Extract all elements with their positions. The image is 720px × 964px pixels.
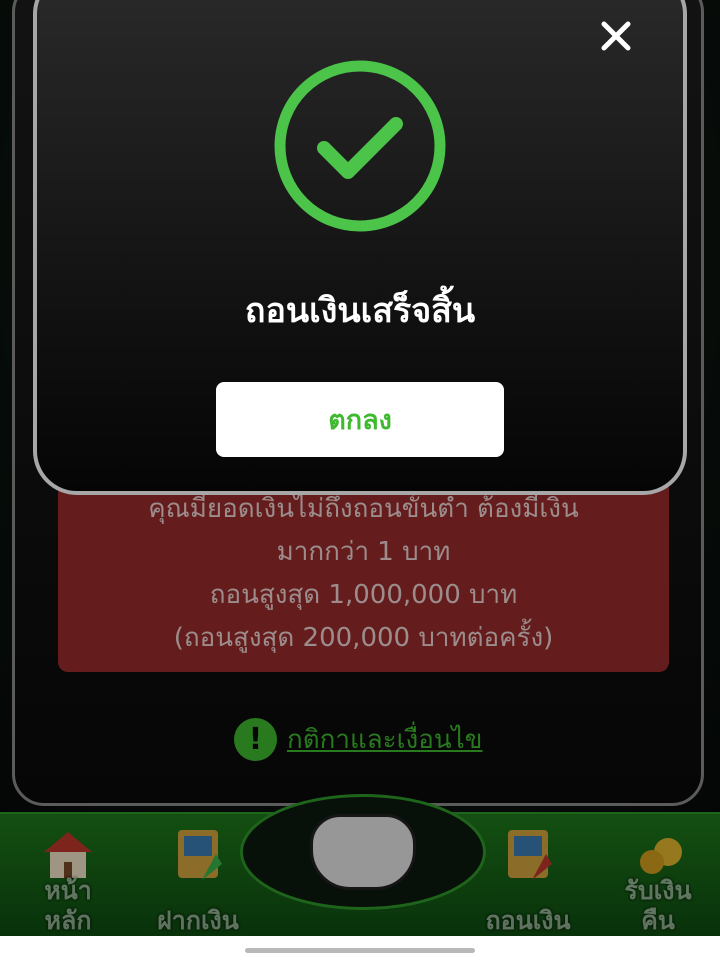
modal-title: ถอนเงินเสร็จสิ้น [244,291,476,331]
home-indicator[interactable] [245,948,475,953]
system-home-area [0,936,720,964]
ok-button[interactable]: ตกลง [216,382,504,457]
check-circle-icon [274,60,446,232]
close-icon[interactable] [598,18,634,54]
